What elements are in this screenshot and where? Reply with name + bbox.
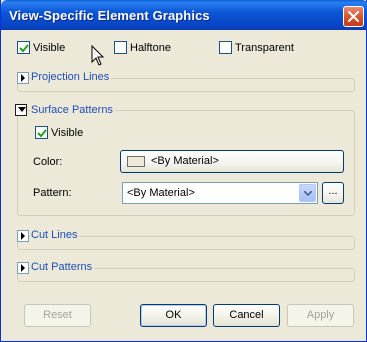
color-value: <By Material> bbox=[151, 155, 219, 167]
cut-lines-title[interactable]: Cut Lines bbox=[31, 229, 80, 241]
title-bar[interactable]: View-Specific Element Graphics bbox=[1, 0, 367, 30]
chevron-down-icon bbox=[304, 191, 312, 196]
dropdown-arrow[interactable] bbox=[299, 184, 316, 202]
surface-patterns-title[interactable]: Surface Patterns bbox=[31, 104, 115, 116]
surface-visible-label: Visible bbox=[51, 127, 84, 139]
dialog-window: View-Specific Element Graphics Visible H… bbox=[0, 0, 367, 342]
expand-arrow-icon bbox=[21, 74, 25, 82]
visible-checkbox[interactable] bbox=[17, 41, 30, 54]
reset-button[interactable]: Reset bbox=[24, 304, 91, 327]
pattern-label: Pattern: bbox=[33, 187, 72, 199]
color-button[interactable]: <By Material> bbox=[120, 150, 344, 173]
cancel-button[interactable]: Cancel bbox=[213, 304, 280, 327]
collapse-arrow-icon bbox=[18, 107, 26, 112]
apply-button[interactable]: Apply bbox=[287, 304, 354, 327]
cut-patterns-toggle[interactable] bbox=[17, 262, 29, 274]
ok-button[interactable]: OK bbox=[140, 304, 207, 327]
cut-patterns-title[interactable]: Cut Patterns bbox=[31, 261, 95, 273]
pattern-value: <By Material> bbox=[127, 187, 195, 199]
dialog-title: View-Specific Element Graphics bbox=[9, 8, 210, 23]
surface-visible-checkbox[interactable] bbox=[35, 126, 48, 139]
close-icon bbox=[348, 11, 359, 22]
color-label: Color: bbox=[33, 156, 63, 168]
pattern-dropdown[interactable]: <By Material> bbox=[122, 182, 318, 204]
projection-lines-title[interactable]: Projection Lines bbox=[31, 71, 112, 83]
cut-lines-toggle[interactable] bbox=[17, 230, 29, 242]
expand-arrow-icon bbox=[21, 264, 25, 272]
surface-patterns-toggle[interactable] bbox=[15, 104, 27, 116]
halftone-label: Halftone bbox=[130, 42, 171, 54]
pattern-browse-button[interactable]: ... bbox=[322, 182, 344, 204]
transparent-label: Transparent bbox=[235, 42, 294, 54]
checkmark-icon bbox=[19, 44, 29, 53]
halftone-checkbox[interactable] bbox=[114, 41, 127, 54]
browse-label: ... bbox=[328, 185, 338, 197]
projection-lines-toggle[interactable] bbox=[17, 72, 29, 84]
close-button[interactable] bbox=[343, 6, 364, 27]
transparent-checkbox[interactable] bbox=[219, 41, 232, 54]
color-swatch bbox=[127, 156, 145, 167]
checkmark-icon bbox=[37, 129, 47, 138]
visible-label: Visible bbox=[33, 42, 66, 54]
mouse-pointer-icon bbox=[91, 45, 105, 66]
expand-arrow-icon bbox=[21, 232, 25, 240]
